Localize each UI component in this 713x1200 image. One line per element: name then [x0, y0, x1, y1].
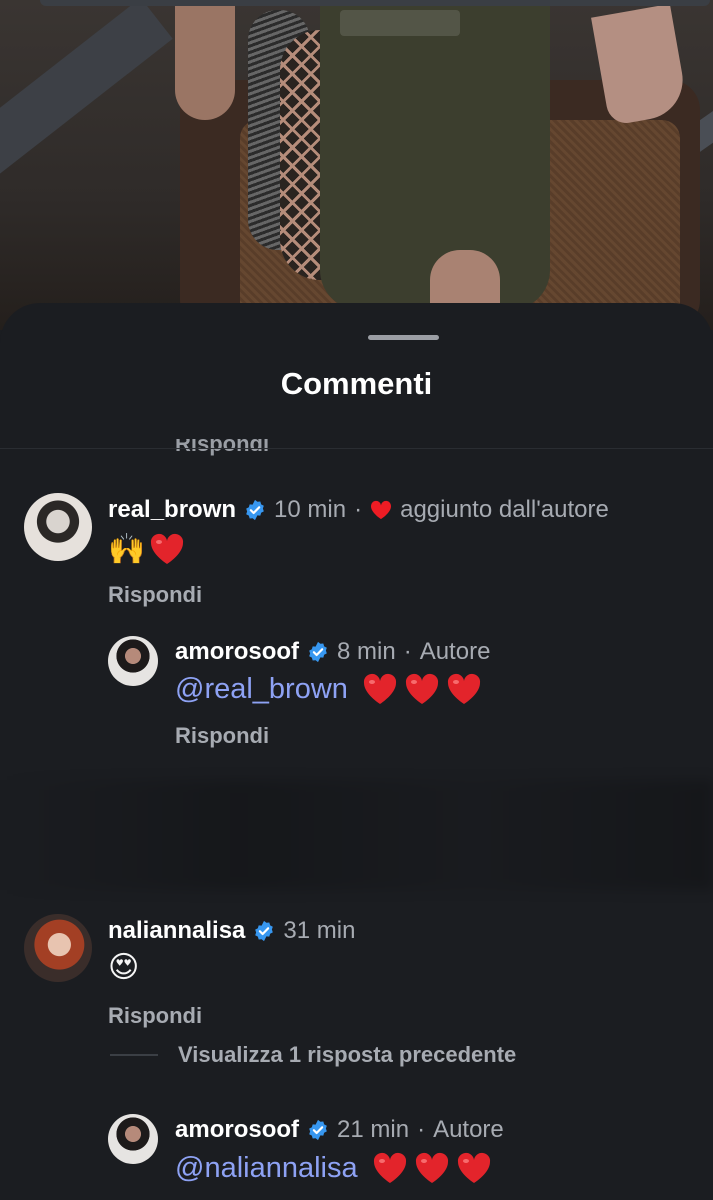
reply-meta: amorosoof 8 min · Autore	[175, 638, 490, 666]
heart-emoji	[151, 533, 184, 564]
heart-icon	[371, 500, 392, 520]
avatar[interactable]	[108, 636, 158, 686]
avatar[interactable]	[108, 1114, 158, 1164]
username[interactable]: amorosoof	[175, 1116, 299, 1144]
heart-emoji	[405, 673, 438, 704]
heart-emoji	[373, 1152, 406, 1183]
separator-dot: ·	[417, 1116, 426, 1143]
heart-emoji	[457, 1152, 490, 1183]
verified-badge-icon	[246, 499, 264, 521]
view-replies-label: Visualizza 1 risposta precedente	[178, 1042, 517, 1067]
heart-eyes-emoji: 😍	[108, 950, 140, 985]
comment-body: 😍	[108, 953, 143, 983]
reply-time: 8 min	[337, 638, 396, 665]
username[interactable]: real_brown	[108, 496, 236, 524]
thread-line	[110, 1054, 158, 1056]
blurred-area	[0, 780, 713, 890]
username[interactable]: amorosoof	[175, 638, 299, 666]
reply-button[interactable]: Rispondi	[108, 582, 202, 608]
post-photo[interactable]	[0, 0, 713, 330]
verified-badge-icon	[255, 920, 274, 942]
mention-link[interactable]: @naliannalisa	[175, 1152, 358, 1185]
reply-time: 21 min	[337, 1116, 410, 1143]
view-previous-replies-button[interactable]: Visualizza 1 risposta precedente	[110, 1042, 516, 1068]
reply-body: @naliannalisa	[175, 1152, 498, 1185]
liked-by-author-label: aggiunto dall'autore	[400, 496, 609, 523]
comment-time: 31 min	[283, 917, 356, 944]
reply-button[interactable]: Rispondi	[108, 1003, 202, 1029]
username[interactable]: naliannalisa	[108, 917, 245, 945]
reply-button[interactable]: Rispondi	[175, 723, 269, 749]
separator-dot: ·	[354, 496, 363, 523]
avatar[interactable]	[24, 914, 92, 982]
raised-hands-emoji: 🙌	[108, 531, 146, 567]
app-screen: Commenti Rispondi real_brown 10 min · ag…	[0, 0, 713, 1200]
reply-body: @real_brown	[175, 673, 488, 706]
heart-emoji	[415, 1152, 448, 1183]
mention-link[interactable]: @real_brown	[175, 673, 348, 706]
avatar[interactable]	[24, 493, 92, 561]
heart-emoji	[363, 673, 396, 704]
comment-time: 10 min	[274, 496, 347, 523]
header-divider	[0, 448, 713, 449]
sheet-title: Commenti	[280, 366, 433, 401]
verified-badge-icon	[309, 641, 327, 663]
author-tag: Autore	[433, 1116, 504, 1143]
verified-badge-icon	[309, 1119, 327, 1141]
comment-body: 🙌	[108, 533, 191, 566]
previous-reply-button[interactable]: Rispondi	[175, 439, 269, 465]
separator-dot: ·	[403, 638, 412, 665]
author-tag: Autore	[419, 638, 491, 665]
sheet-grabber[interactable]	[368, 335, 439, 340]
comment-meta: naliannalisa 31 min	[108, 917, 355, 945]
heart-emoji	[447, 673, 480, 704]
comment-meta: real_brown 10 min · aggiunto dall'autore	[108, 496, 609, 524]
reply-meta: amorosoof 21 min · Autore	[175, 1116, 504, 1144]
